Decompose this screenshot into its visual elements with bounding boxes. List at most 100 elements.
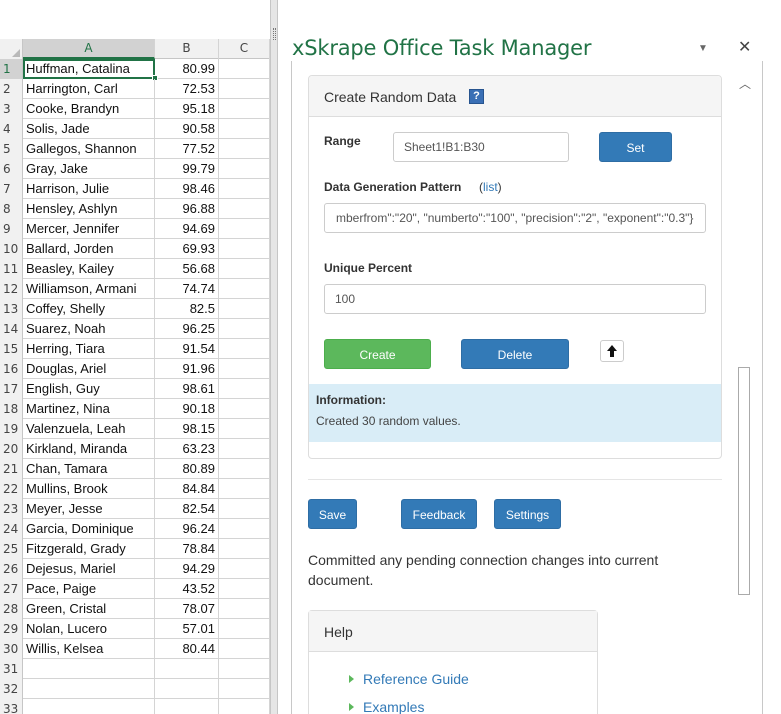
- cell-name[interactable]: Fitzgerald, Grady: [23, 539, 155, 559]
- cell-empty[interactable]: [219, 579, 270, 599]
- help-icon[interactable]: ?: [469, 89, 484, 104]
- cell-value[interactable]: 96.25: [155, 319, 219, 339]
- pattern-input[interactable]: mberfrom":"20", "numberto":"100", "preci…: [324, 203, 706, 233]
- row-header[interactable]: 6: [0, 159, 23, 179]
- cell-value[interactable]: 99.79: [155, 159, 219, 179]
- row-header[interactable]: 10: [0, 239, 23, 259]
- column-header-a[interactable]: A: [23, 39, 155, 59]
- cell-empty[interactable]: [219, 299, 270, 319]
- cell-empty[interactable]: [219, 479, 270, 499]
- cell-value[interactable]: 57.01: [155, 619, 219, 639]
- cell-name[interactable]: [23, 699, 155, 714]
- pane-scrollbar[interactable]: ︿: [735, 75, 753, 714]
- cell-name[interactable]: Pace, Paige: [23, 579, 155, 599]
- cell-empty[interactable]: [219, 699, 270, 714]
- cell-empty[interactable]: [219, 539, 270, 559]
- cell-name[interactable]: Douglas, Ariel: [23, 359, 155, 379]
- spreadsheet-grid[interactable]: A B C 1 Huffman, Catalina 80.99 2 Harrington…: [0, 0, 270, 714]
- cell-value[interactable]: 96.88: [155, 199, 219, 219]
- unique-percent-input[interactable]: 100: [324, 284, 706, 314]
- cell-name[interactable]: Mercer, Jennifer: [23, 219, 155, 239]
- cell-empty[interactable]: [219, 119, 270, 139]
- cell-empty[interactable]: [219, 139, 270, 159]
- row-header[interactable]: 23: [0, 499, 23, 519]
- splitter-grip-icon[interactable]: [273, 28, 276, 40]
- row-header[interactable]: 17: [0, 379, 23, 399]
- delete-button[interactable]: Delete: [461, 339, 569, 369]
- row-header[interactable]: 13: [0, 299, 23, 319]
- row-header[interactable]: 12: [0, 279, 23, 299]
- cell-name[interactable]: Green, Cristal: [23, 599, 155, 619]
- row-header[interactable]: 7: [0, 179, 23, 199]
- cell-name[interactable]: English, Guy: [23, 379, 155, 399]
- cell-value[interactable]: 80.44: [155, 639, 219, 659]
- cell-value[interactable]: 72.53: [155, 79, 219, 99]
- cell-value[interactable]: [155, 679, 219, 699]
- row-header[interactable]: 16: [0, 359, 23, 379]
- save-button[interactable]: Save: [308, 499, 357, 529]
- select-all-corner[interactable]: [0, 39, 23, 59]
- cell-value[interactable]: 84.84: [155, 479, 219, 499]
- row-header[interactable]: 1: [0, 59, 23, 79]
- cell-empty[interactable]: [219, 319, 270, 339]
- row-header[interactable]: 9: [0, 219, 23, 239]
- cell-name[interactable]: Suarez, Noah: [23, 319, 155, 339]
- scroll-up-chevron-icon[interactable]: ︿: [739, 78, 751, 90]
- cell-name[interactable]: Herring, Tiara: [23, 339, 155, 359]
- feedback-button[interactable]: Feedback: [401, 499, 477, 529]
- pattern-list-link[interactable]: list: [483, 180, 498, 194]
- cell-value[interactable]: 82.54: [155, 499, 219, 519]
- row-header[interactable]: 33: [0, 699, 23, 714]
- cell-value[interactable]: 91.96: [155, 359, 219, 379]
- cell-name[interactable]: Harrington, Carl: [23, 79, 155, 99]
- cell-name[interactable]: Beasley, Kailey: [23, 259, 155, 279]
- row-header[interactable]: 4: [0, 119, 23, 139]
- cell-empty[interactable]: [219, 399, 270, 419]
- row-header[interactable]: 15: [0, 339, 23, 359]
- active-cell[interactable]: Huffman, Catalina: [23, 59, 155, 79]
- cell-name[interactable]: Kirkland, Miranda: [23, 439, 155, 459]
- cell-empty[interactable]: [219, 499, 270, 519]
- row-header[interactable]: 30: [0, 639, 23, 659]
- collapse-up-arrow-icon[interactable]: [600, 340, 624, 362]
- cell-value[interactable]: [155, 659, 219, 679]
- cell-name[interactable]: [23, 679, 155, 699]
- settings-button[interactable]: Settings: [494, 499, 561, 529]
- cell-name[interactable]: Nolan, Lucero: [23, 619, 155, 639]
- cell-value[interactable]: 80.89: [155, 459, 219, 479]
- cell-value[interactable]: 91.54: [155, 339, 219, 359]
- cell-value[interactable]: 90.18: [155, 399, 219, 419]
- cell-value[interactable]: 69.93: [155, 239, 219, 259]
- cell-empty[interactable]: [219, 219, 270, 239]
- cell-name[interactable]: Ballard, Jorden: [23, 239, 155, 259]
- pane-close-icon[interactable]: ✕: [738, 37, 751, 57]
- column-header-b[interactable]: B: [155, 39, 219, 59]
- cell-value[interactable]: 94.29: [155, 559, 219, 579]
- cell-name[interactable]: Willis, Kelsea: [23, 639, 155, 659]
- pane-options-icon[interactable]: ▼: [698, 43, 708, 54]
- cell-empty[interactable]: [219, 679, 270, 699]
- cell-value[interactable]: 90.58: [155, 119, 219, 139]
- row-header[interactable]: 20: [0, 439, 23, 459]
- row-header[interactable]: 25: [0, 539, 23, 559]
- cell-value[interactable]: 78.84: [155, 539, 219, 559]
- cell-value[interactable]: 98.61: [155, 379, 219, 399]
- cell-empty[interactable]: [219, 159, 270, 179]
- cell-value[interactable]: 82.5: [155, 299, 219, 319]
- cell-value[interactable]: 74.74: [155, 279, 219, 299]
- cell-empty[interactable]: [219, 79, 270, 99]
- cell-name[interactable]: Coffey, Shelly: [23, 299, 155, 319]
- row-header[interactable]: 3: [0, 99, 23, 119]
- cell-name[interactable]: Hensley, Ashlyn: [23, 199, 155, 219]
- cell-name[interactable]: Cooke, Brandyn: [23, 99, 155, 119]
- cell-value[interactable]: [155, 699, 219, 714]
- cell-empty[interactable]: [219, 199, 270, 219]
- row-header[interactable]: 21: [0, 459, 23, 479]
- pane-splitter[interactable]: [270, 0, 278, 714]
- cell-name[interactable]: Meyer, Jesse: [23, 499, 155, 519]
- cell-value[interactable]: 77.52: [155, 139, 219, 159]
- row-header[interactable]: 28: [0, 599, 23, 619]
- row-header[interactable]: 19: [0, 419, 23, 439]
- cell-empty[interactable]: [219, 639, 270, 659]
- cell-name[interactable]: Dejesus, Mariel: [23, 559, 155, 579]
